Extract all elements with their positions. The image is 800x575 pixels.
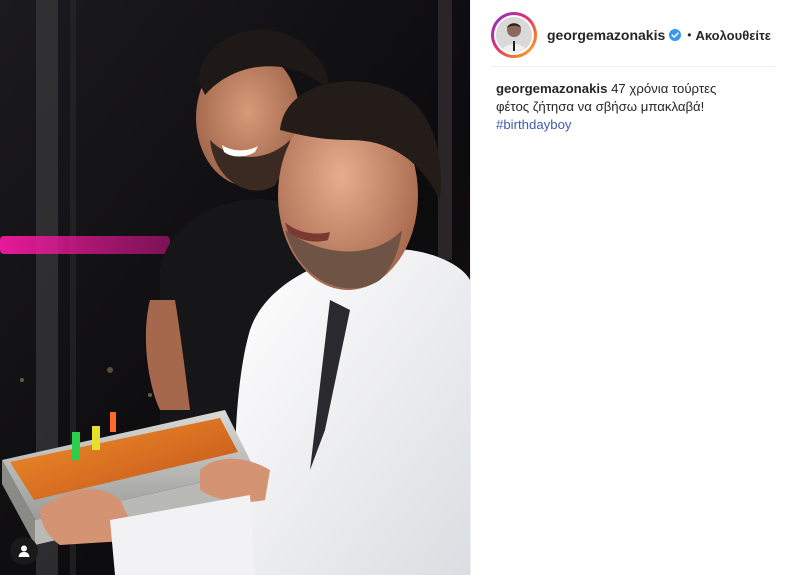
- avatar-border: [494, 15, 534, 55]
- avatar[interactable]: [491, 12, 537, 58]
- header-divider: [491, 66, 775, 67]
- user-tag-icon: [18, 545, 30, 557]
- photo-illustration: [0, 0, 470, 575]
- verified-badge-icon: [669, 29, 682, 41]
- separator-dot: •: [687, 28, 692, 42]
- avatar-photo: [496, 17, 532, 53]
- post-side-panel: georgemazonakis • Ακολουθείτε georgemazo…: [470, 0, 800, 575]
- post-header: georgemazonakis • Ακολουθείτε: [491, 6, 775, 64]
- username-link[interactable]: georgemazonakis: [547, 27, 665, 43]
- following-button[interactable]: Ακολουθείτε: [695, 28, 771, 43]
- post-photo[interactable]: [0, 0, 470, 575]
- hashtag-link[interactable]: #birthdayboy: [496, 117, 572, 132]
- tag-people-button[interactable]: [10, 537, 38, 565]
- caption-username-link[interactable]: georgemazonakis: [496, 81, 607, 96]
- post-caption: georgemazonakis 47 χρόνια τούρτες φέτος …: [496, 80, 746, 134]
- avatar-image: [496, 17, 532, 53]
